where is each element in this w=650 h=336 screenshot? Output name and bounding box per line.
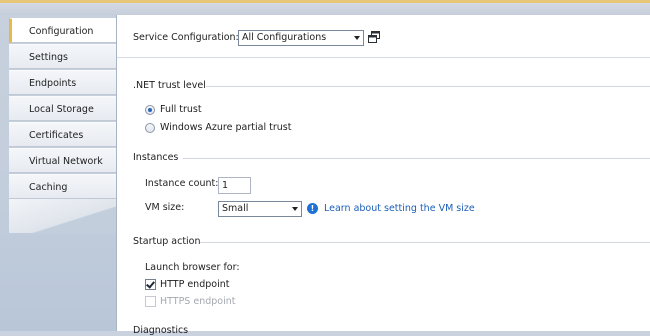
http-endpoint-label: HTTP endpoint xyxy=(160,279,230,290)
header-divider xyxy=(117,57,650,58)
partial-trust-radio[interactable] xyxy=(145,123,155,133)
trust-level-title: .NET trust level xyxy=(133,80,206,91)
instance-count-input[interactable]: 1 xyxy=(218,177,251,194)
sidebar-item-local-storage[interactable]: Local Storage xyxy=(9,96,116,121)
chevron-down-icon xyxy=(292,207,298,211)
partial-trust-label: Windows Azure partial trust xyxy=(160,122,292,133)
trust-level-divider xyxy=(206,86,650,87)
learn-vm-size-link[interactable]: Learn about setting the VM size xyxy=(324,203,475,214)
http-endpoint-checkbox[interactable] xyxy=(145,279,156,290)
top-accent-bar xyxy=(0,0,650,3)
instances-divider xyxy=(183,158,650,159)
info-icon: ! xyxy=(307,203,318,214)
full-trust-radio[interactable] xyxy=(145,105,155,115)
vm-size-label: VM size: xyxy=(145,202,185,213)
sidebar-item-certificates[interactable]: Certificates xyxy=(9,122,116,147)
sidebar-item-endpoints[interactable]: Endpoints xyxy=(9,70,116,95)
copy-configurations-icon[interactable] xyxy=(368,31,380,43)
startup-action-title: Startup action xyxy=(133,236,201,247)
vm-size-value: Small xyxy=(222,203,249,214)
chevron-down-icon xyxy=(354,36,360,40)
service-config-value: All Configurations xyxy=(242,32,327,43)
sidebar-tab-shadow xyxy=(9,199,116,233)
instance-count-value: 1 xyxy=(222,180,229,191)
sidebar-item-virtual-network[interactable]: Virtual Network xyxy=(9,148,116,173)
https-endpoint-label: HTTPS endpoint xyxy=(160,296,236,307)
sidebar: Configuration Settings Endpoints Local S… xyxy=(0,15,116,331)
sidebar-item-configuration[interactable]: Configuration xyxy=(9,18,116,43)
vm-size-select[interactable]: Small xyxy=(218,201,302,217)
full-trust-label: Full trust xyxy=(160,104,202,115)
sidebar-item-settings[interactable]: Settings xyxy=(9,44,116,69)
service-config-select[interactable]: All Configurations xyxy=(238,30,364,46)
main-panel: Service Configuration: All Configuration… xyxy=(116,15,650,336)
launch-browser-label: Launch browser for: xyxy=(145,262,240,273)
sidebar-item-caching[interactable]: Caching xyxy=(9,174,116,199)
top-strip xyxy=(0,0,650,15)
service-config-label: Service Configuration: xyxy=(133,32,239,43)
instances-title: Instances xyxy=(133,152,179,163)
https-endpoint-checkbox[interactable] xyxy=(145,296,156,307)
startup-action-divider xyxy=(200,242,650,243)
instance-count-label: Instance count: xyxy=(145,178,219,189)
